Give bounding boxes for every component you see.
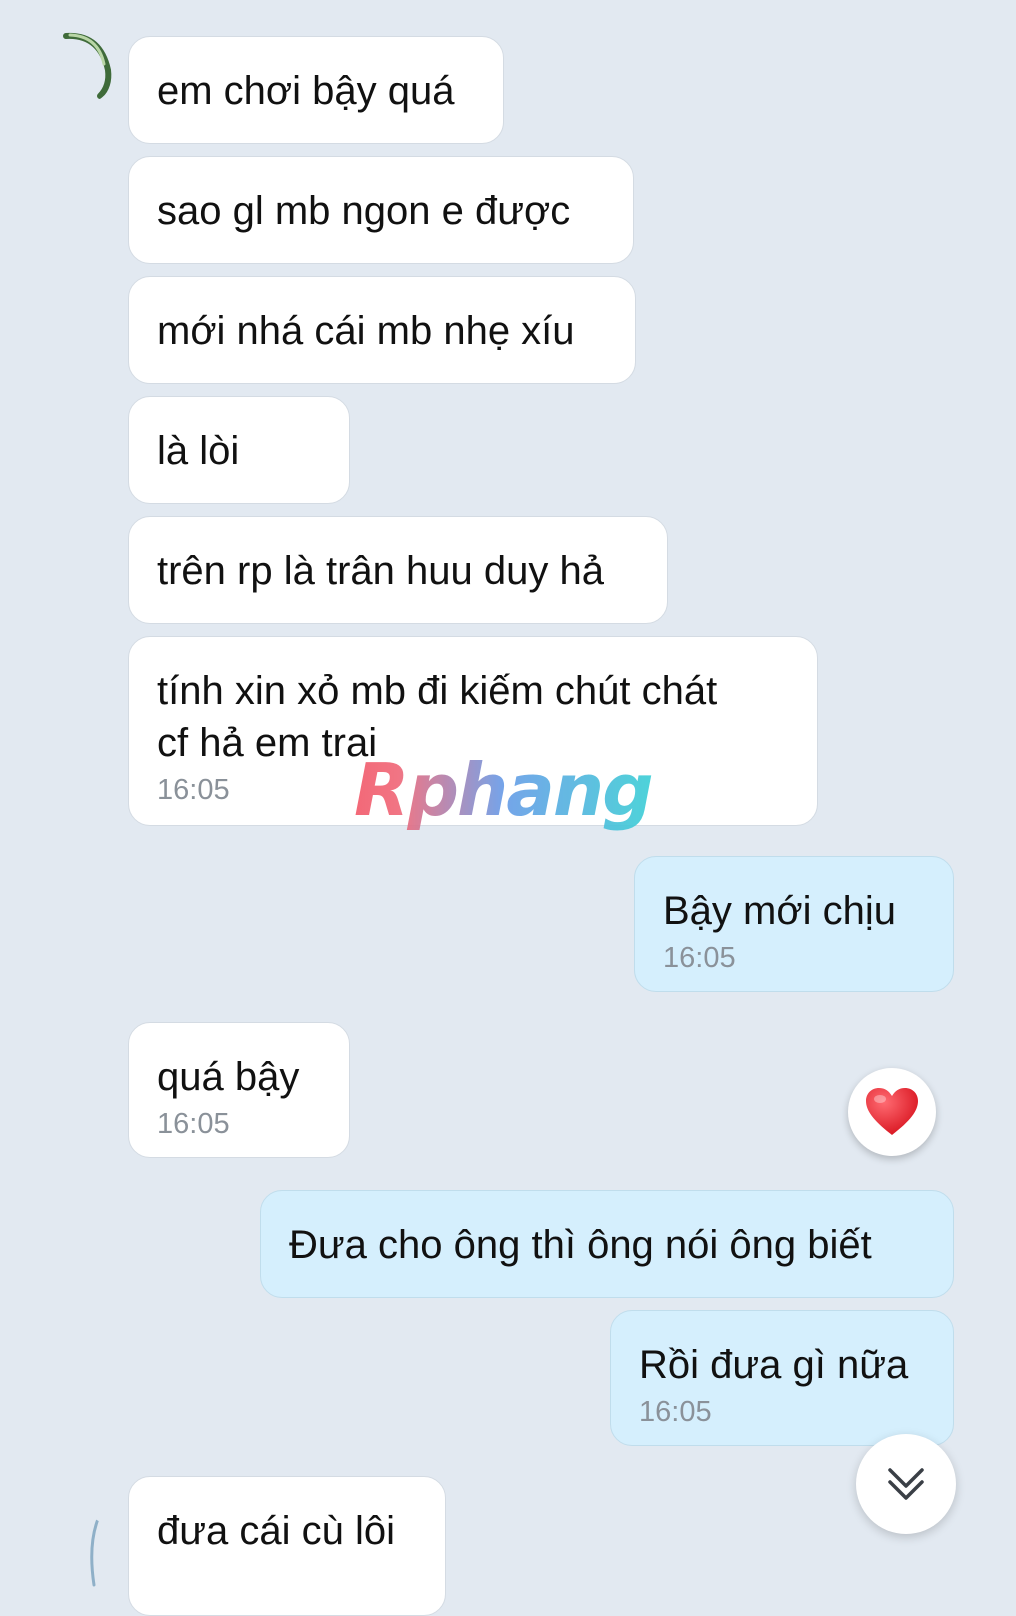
message-text: quá bậy <box>157 1055 300 1099</box>
message-text: là lòi <box>157 429 240 473</box>
message-bubble-incoming[interactable]: đưa cái cù lôi <box>128 1476 446 1616</box>
message-text: Bậy mới chịu <box>663 889 896 933</box>
message-timestamp: 16:05 <box>157 1108 230 1140</box>
message-timestamp: 16:05 <box>157 774 230 806</box>
message-bubble-incoming[interactable]: trên rp là trân huu duy hả <box>128 516 668 624</box>
message-timestamp: 16:05 <box>663 942 736 974</box>
message-text: tính xin xỏ mb đi kiếm chút chát cf hả e… <box>157 669 718 765</box>
message-bubble-outgoing[interactable]: Bậy mới chịu 16:05 <box>634 856 954 992</box>
message-text: mới nhá cái mb nhẹ xíu <box>157 309 575 353</box>
double-chevron-down-icon <box>888 1468 924 1500</box>
message-bubble-incoming[interactable]: sao gl mb ngon e được <box>128 156 634 264</box>
message-text: trên rp là trân huu duy hả <box>157 549 604 593</box>
message-bubble-incoming[interactable]: tính xin xỏ mb đi kiếm chút chát cf hả e… <box>128 636 818 826</box>
message-bubble-incoming[interactable]: là lòi <box>128 396 350 504</box>
contact-avatar[interactable] <box>40 1515 116 1591</box>
chat-thread: em chơi bậy quá sao gl mb ngon e được mớ… <box>0 0 1016 1616</box>
message-text: sao gl mb ngon e được <box>157 189 571 233</box>
message-bubble-incoming[interactable]: em chơi bậy quá <box>128 36 504 144</box>
message-bubble-incoming[interactable]: mới nhá cái mb nhẹ xíu <box>128 276 636 384</box>
avatar-image-icon <box>40 30 116 106</box>
contact-avatar[interactable] <box>40 30 116 106</box>
message-bubble-outgoing[interactable]: Đưa cho ông thì ông nói ông biết <box>260 1190 954 1298</box>
message-timestamp: 16:05 <box>639 1396 712 1428</box>
message-bubble-outgoing[interactable]: Rồi đưa gì nữa 16:05 <box>610 1310 954 1446</box>
avatar-image-icon <box>40 1515 116 1591</box>
reaction-button[interactable] <box>848 1068 936 1156</box>
message-bubble-incoming[interactable]: quá bậy 16:05 <box>128 1022 350 1158</box>
message-text: em chơi bậy quá <box>157 69 455 113</box>
message-text: Rồi đưa gì nữa <box>639 1343 909 1387</box>
heart-icon <box>866 1088 918 1135</box>
scroll-to-bottom-button[interactable] <box>856 1434 956 1534</box>
message-text: đưa cái cù lôi <box>157 1509 396 1553</box>
message-text: Đưa cho ông thì ông nói ông biết <box>289 1223 872 1267</box>
